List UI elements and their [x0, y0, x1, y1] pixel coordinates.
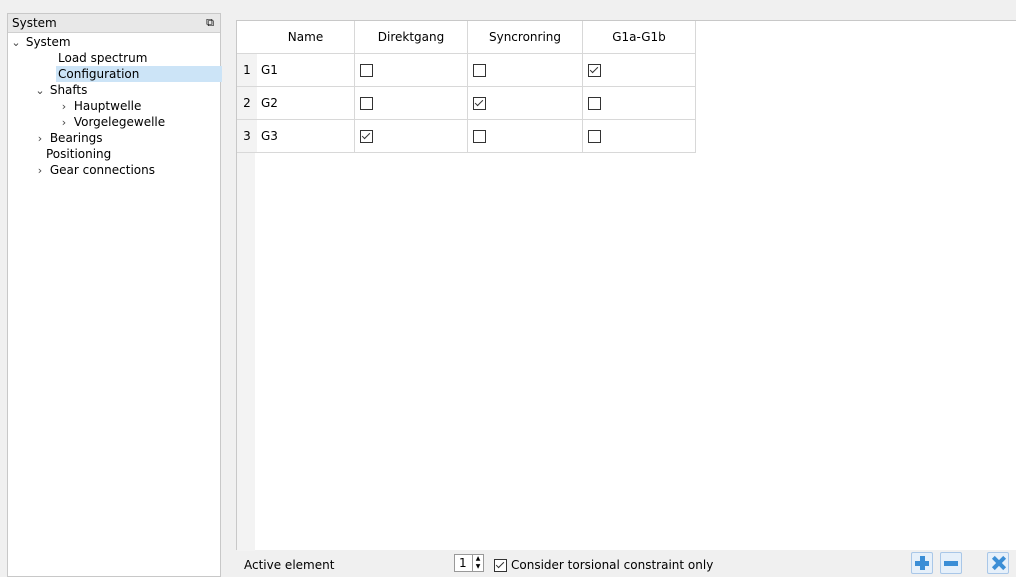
checkbox-cell[interactable]: [354, 53, 468, 87]
tree-item-positioning[interactable]: Positioning: [46, 146, 111, 162]
tree-item-label: Vorgelegewelle: [73, 115, 166, 129]
tree-item-label: Gear connections: [49, 163, 155, 177]
checkbox-icon[interactable]: [473, 130, 486, 143]
tree-item-gear-connections[interactable]: › Gear connections: [34, 162, 155, 178]
remove-button[interactable]: [940, 552, 962, 574]
add-button[interactable]: [911, 552, 933, 574]
tree-item-label: System: [25, 35, 71, 49]
active-element-spinbox[interactable]: 1 ▲ ▼: [454, 554, 484, 572]
tree-item-vorgelegewelle[interactable]: › Vorgelegewelle: [58, 114, 165, 130]
row-header[interactable]: 1: [237, 53, 257, 87]
gear-name-cell[interactable]: G1: [257, 53, 355, 87]
tree-item-system[interactable]: ⌄ System: [10, 34, 210, 50]
configuration-table: Name Direktgang Syncronring G1a-G1b 1 G1 2…: [237, 21, 696, 153]
checkbox-cell[interactable]: [467, 86, 583, 120]
tree-item-shafts[interactable]: ⌄ Shafts: [34, 82, 87, 98]
checkbox-cell[interactable]: [582, 86, 696, 120]
tree-item-configuration[interactable]: Configuration: [56, 66, 222, 82]
tree-item-label: Shafts: [49, 83, 88, 97]
restore-icon[interactable]: ⧉: [206, 14, 214, 32]
checkbox-cell[interactable]: [354, 86, 468, 120]
spin-arrows-icon[interactable]: ▲ ▼: [472, 555, 483, 571]
corner-header: [237, 21, 257, 54]
checkbox-icon[interactable]: [588, 130, 601, 143]
table-row[interactable]: 2 G2: [237, 86, 696, 120]
column-header-direktgang[interactable]: Direktgang: [354, 21, 468, 54]
tree-item-label: Hauptwelle: [73, 99, 142, 113]
checkbox-icon[interactable]: [360, 130, 373, 143]
checkbox-cell[interactable]: [467, 53, 583, 87]
chevron-right-icon[interactable]: ›: [34, 163, 46, 179]
checkbox-cell[interactable]: [354, 119, 468, 153]
top-strip: [0, 0, 1016, 10]
row-header[interactable]: 3: [237, 119, 257, 153]
chevron-right-icon[interactable]: ›: [58, 115, 70, 131]
tree-item-bearings[interactable]: › Bearings: [34, 130, 103, 146]
table-row[interactable]: 1 G1: [237, 53, 696, 87]
consider-torsional-label: Consider torsional constraint only: [511, 558, 714, 572]
clear-button[interactable]: [987, 552, 1009, 574]
checkbox-icon[interactable]: [494, 559, 507, 572]
gear-name-cell[interactable]: G3: [257, 119, 355, 153]
checkbox-cell[interactable]: [467, 119, 583, 153]
tree-item-label: Bearings: [49, 131, 103, 145]
column-header-syncronring[interactable]: Syncronring: [467, 21, 583, 54]
active-element-value: 1: [459, 556, 467, 570]
column-header-name[interactable]: Name: [257, 21, 355, 54]
active-element-label: Active element: [244, 558, 335, 572]
tree-item-label: Configuration: [58, 67, 140, 81]
chevron-down-icon[interactable]: ⌄: [10, 35, 22, 51]
checkbox-icon[interactable]: [360, 64, 373, 77]
chevron-down-icon[interactable]: ⌄: [34, 83, 46, 99]
gear-name-cell[interactable]: G2: [257, 86, 355, 120]
row-header[interactable]: 2: [237, 86, 257, 120]
checkbox-cell[interactable]: [582, 119, 696, 153]
table-row[interactable]: 3 G3: [237, 119, 696, 153]
checkbox-icon[interactable]: [360, 97, 373, 110]
checkbox-icon[interactable]: [588, 64, 601, 77]
system-dock-panel: System ⧉ ⌄ System Load spectrum Configur…: [7, 13, 222, 577]
column-header-g1a-g1b[interactable]: G1a-G1b: [582, 21, 696, 54]
checkbox-icon[interactable]: [473, 97, 486, 110]
tree-item-load-spectrum[interactable]: Load spectrum: [58, 50, 147, 66]
dock-title: System: [12, 16, 57, 30]
bottom-bar: Active element 1 ▲ ▼ Consider torsional c…: [236, 551, 1016, 577]
consider-torsional-checkbox[interactable]: Consider torsional constraint only: [494, 558, 713, 572]
checkbox-icon[interactable]: [588, 97, 601, 110]
configuration-table-area: Name Direktgang Syncronring G1a-G1b 1 G1 2…: [236, 20, 1016, 551]
tree-item-hauptwelle[interactable]: › Hauptwelle: [58, 98, 142, 115]
checkbox-icon[interactable]: [473, 64, 486, 77]
tree-item-label: Load spectrum: [58, 51, 148, 65]
dock-title-bar: System ⧉: [8, 14, 220, 33]
chevron-right-icon[interactable]: ›: [58, 99, 70, 115]
checkbox-cell[interactable]: [582, 53, 696, 87]
tree-item-label: Positioning: [46, 147, 112, 161]
chevron-right-icon[interactable]: ›: [34, 131, 46, 147]
